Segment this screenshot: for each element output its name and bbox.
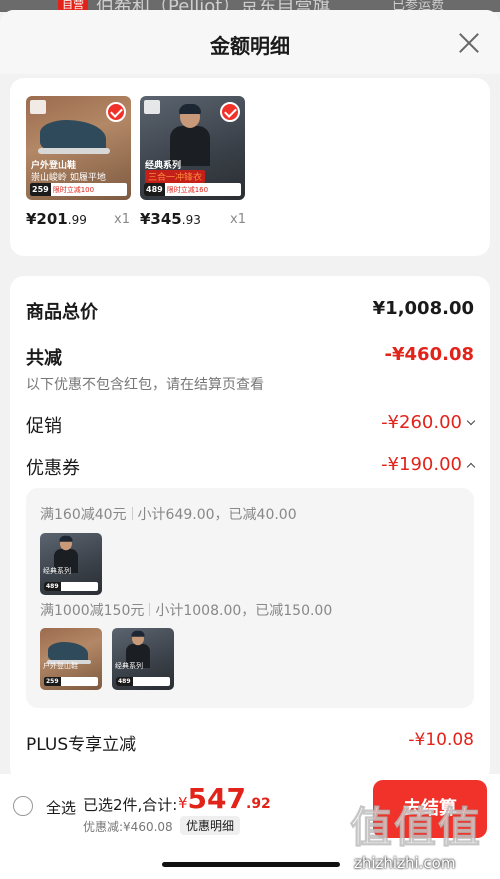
select-all-radio[interactable] [13, 796, 33, 816]
sheet-title: 金额明细 [210, 34, 290, 58]
promotion-row[interactable]: 促销 -¥260.00 [26, 412, 476, 438]
coupon-row[interactable]: 优惠券 -¥190.00 [26, 454, 476, 480]
amount-detail-sheet: 金额明细 户外登山鞋 崇山峻岭 如履平地 259 限时立减100 ¥201.99… [0, 10, 500, 879]
person-figure [170, 104, 210, 166]
sheet-header: 金额明细 [0, 10, 500, 74]
plus-value: -¥10.08 [408, 730, 474, 750]
watermark: 值值值 zhizhizhi.com [349, 784, 500, 879]
product-item[interactable]: 经典系列 三合一冲锋衣 489 限时立减160 ¥345.93 x1 [140, 96, 250, 228]
watermark-url: zhizhizhi.com [354, 854, 456, 872]
saved-amount: 优惠减:¥460.08 [83, 820, 173, 834]
product-subcaption: 三合一冲锋衣 [145, 170, 206, 183]
total-reduce-value: -¥460.08 [384, 344, 474, 365]
total-price: ¥547.92 [178, 782, 271, 815]
plus-label: PLUS专享立减 [26, 735, 137, 755]
hiking-shoe-image: 户外登山鞋 崇山峻岭 如履平地 259 限时立减100 [26, 96, 131, 200]
price-tag-label: 限时立减100 [52, 185, 95, 194]
reduce-note: 以下优惠不包含红包，请在结算页查看 [26, 377, 264, 393]
product-subcaption: 崇山峻岭 如履平地 [31, 173, 106, 183]
select-all-label[interactable]: 全选 [46, 797, 76, 818]
price-tag: 259 限时立减100 [30, 183, 127, 196]
total-reduce-label: 共减 [26, 348, 62, 369]
discount-detail-button[interactable]: 优惠明细 [180, 816, 241, 835]
price-tag-value: 489 [144, 183, 165, 196]
goods-total-row: 商品总价 ¥1,008.00 [26, 298, 474, 324]
coupon-value: -¥190.00 [381, 454, 476, 475]
product-price: ¥201.99 [26, 210, 87, 228]
brand-logo-icon [30, 100, 46, 114]
total-reduce-row: 共减 -¥460.08 [26, 344, 474, 370]
coupon-jacket-image: 经典系列 489 [112, 628, 174, 690]
selection-summary: 已选2件,合计: [83, 796, 178, 814]
coupon-rule-line: 满160减40元 小计649.00，已减40.00 [40, 507, 297, 523]
promotion-label: 促销 [26, 416, 62, 437]
brand-logo-icon [144, 100, 160, 114]
goods-total-value: ¥1,008.00 [372, 298, 474, 319]
check-icon[interactable] [220, 102, 240, 122]
price-detail-card: 商品总价 ¥1,008.00 共减 -¥460.08 以下优惠不包含红包，请在结… [10, 276, 490, 782]
price-tag: 489 限时立减160 [144, 183, 241, 196]
close-icon[interactable] [458, 32, 480, 54]
plus-row: PLUS专享立减 -¥10.08 [26, 730, 474, 755]
product-qty: x1 [230, 212, 246, 227]
coupon-breakdown: 满160减40元 小计649.00，已减40.00 经典系列 489 满1000减… [26, 488, 474, 708]
chevron-up-icon [466, 462, 476, 472]
goods-total-label: 商品总价 [26, 302, 98, 323]
check-icon[interactable] [106, 102, 126, 122]
product-item[interactable]: 户外登山鞋 崇山峻岭 如履平地 259 限时立减100 ¥201.99 x1 [26, 96, 136, 228]
coupon-rule-line: 满1000减150元 小计1008.00，已减150.00 [40, 603, 333, 619]
price-tag-value: 259 [30, 183, 51, 196]
product-card: 户外登山鞋 崇山峻岭 如履平地 259 限时立减100 ¥201.99 x1 经… [10, 78, 490, 256]
coupon-label: 优惠券 [26, 458, 80, 479]
shoe-sole [38, 148, 110, 154]
price-tag-label: 限时立减160 [166, 185, 209, 194]
promotion-value: -¥260.00 [381, 412, 476, 433]
product-qty: x1 [114, 212, 130, 227]
watermark-glyphs: 值值值 [349, 803, 483, 853]
home-indicator[interactable] [162, 862, 340, 867]
jacket-image: 经典系列 三合一冲锋衣 489 限时立减160 [140, 96, 245, 200]
chevron-down-icon [466, 416, 476, 426]
coupon-jacket-image: 经典系列 489 [40, 533, 102, 595]
coupon-shoe-image: 户外登山鞋 259 [40, 628, 102, 690]
product-price: ¥345.93 [140, 210, 201, 228]
